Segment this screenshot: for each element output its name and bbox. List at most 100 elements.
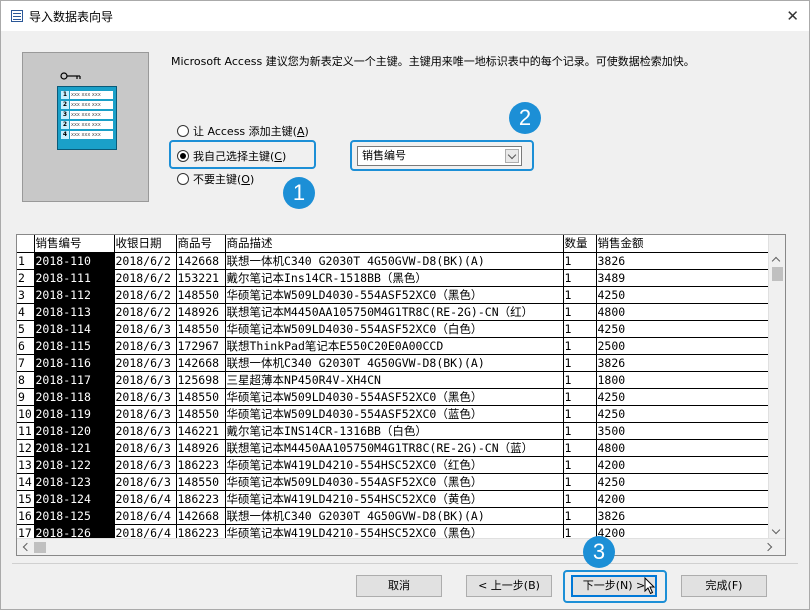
divider — [12, 563, 798, 564]
table-row: 7 2018-116 2018/6/3 142668 联想一体机C340 G2030T … — [17, 354, 780, 372]
table-cell: 148550 — [176, 320, 226, 338]
row-number: 4 — [17, 303, 35, 321]
radio-button[interactable] — [177, 173, 189, 185]
sample-row-cell: xxx xxx xxx — [70, 91, 113, 99]
horizontal-scrollbar[interactable] — [17, 538, 785, 555]
table-cell: 2018/6/4 — [114, 490, 177, 508]
table-cell: 1 — [563, 439, 597, 457]
row-number: 7 — [17, 354, 35, 372]
vertical-scrollbar[interactable] — [768, 235, 785, 540]
callout-badge-3: 3 — [583, 536, 615, 568]
back-button[interactable]: < 上一步(B) — [466, 575, 552, 597]
radio-label: 让 Access 添加主键(A) — [193, 125, 309, 138]
row-number: 11 — [17, 422, 35, 440]
sample-row: 2 xxx xxx xxx — [61, 101, 113, 109]
column-header[interactable]: 商品描述 — [225, 235, 564, 253]
table-cell: 2018-115 — [34, 337, 115, 355]
row-number: 8 — [17, 371, 35, 389]
close-icon[interactable]: ✕ — [786, 7, 799, 25]
callout-badge-2: 2 — [509, 102, 541, 134]
row-number: 16 — [17, 507, 35, 525]
table-cell: 2018-118 — [34, 388, 115, 406]
table-cell: 2500 — [596, 337, 780, 355]
table-cell: 2018-122 — [34, 456, 115, 474]
table-cell: 148926 — [176, 439, 226, 457]
table-cell: 2018/6/3 — [114, 439, 177, 457]
table-cell: 1 — [563, 337, 597, 355]
column-header[interactable]: 商品号 — [176, 235, 226, 253]
sample-table-graphic: 1 xxx xxx xxx 2 xxx xxx xxx 3 xxx xxx xxx 2 xxx… — [57, 86, 117, 150]
table-cell: 1 — [563, 490, 597, 508]
table-cell: 142668 — [176, 252, 226, 270]
table-cell: 1 — [563, 405, 597, 423]
radio-no-primary-key[interactable]: 不要主键(O) — [177, 171, 254, 187]
table-cell: 联想一体机C340 G2030T 4G50GVW-D8(BK)(A) — [225, 252, 564, 270]
data-preview-grid[interactable]: 销售编号 收银日期 商品号 商品描述 数量 销售金额 1 2018-110 2018/6/2 1… — [16, 234, 786, 556]
table-cell: 华硕笔记本W509LD4030-554ASF52XC0（黑色） — [225, 286, 564, 304]
table-cell: 2018/6/2 — [114, 303, 177, 321]
column-header[interactable]: 收银日期 — [114, 235, 177, 253]
table-cell: 4250 — [596, 473, 780, 491]
table-cell: 3500 — [596, 422, 780, 440]
row-number: 13 — [17, 456, 35, 474]
sample-row-cell: xxx xxx xxx — [70, 131, 113, 139]
callout-badge-1: 1 — [283, 177, 315, 209]
column-header[interactable]: 数量 — [563, 235, 597, 253]
vertical-scroll-thumb[interactable] — [772, 267, 783, 281]
table-cell: 2018/6/4 — [114, 507, 177, 525]
sample-row: 3 xxx xxx xxx — [61, 111, 113, 119]
scroll-left-icon[interactable] — [22, 542, 32, 552]
table-cell: 2018-114 — [34, 320, 115, 338]
table-cell: 2018-110 — [34, 252, 115, 270]
table-cell: 2018-112 — [34, 286, 115, 304]
row-number: 9 — [17, 388, 35, 406]
table-cell: 2018-124 — [34, 490, 115, 508]
table-cell: 戴尔笔记本Ins14CR-1518BB（黑色） — [225, 269, 564, 287]
table-cell: 2018-116 — [34, 354, 115, 372]
key-icon — [60, 71, 82, 81]
table-cell: 142668 — [176, 354, 226, 372]
row-number: 6 — [17, 337, 35, 355]
table-row: 8 2018-117 2018/6/3 125698 三星超薄本NP450R4V-XH4… — [17, 371, 780, 389]
table-cell: 2018/6/3 — [114, 456, 177, 474]
table-cell: 2018-117 — [34, 371, 115, 389]
horizontal-scroll-thumb[interactable] — [34, 542, 46, 553]
radio-let-access-add-key[interactable]: 让 Access 添加主键(A) — [177, 123, 309, 139]
table-row: 5 2018-114 2018/6/3 148550 华硕笔记本W509LD4030-5… — [17, 320, 780, 338]
column-header[interactable]: 销售金额 — [596, 235, 780, 253]
table-cell: 3826 — [596, 252, 780, 270]
table-cell: 3489 — [596, 269, 780, 287]
column-header[interactable]: 销售编号 — [34, 235, 115, 253]
table-cell: 148550 — [176, 405, 226, 423]
table-cell: 2018-121 — [34, 439, 115, 457]
scroll-right-icon[interactable] — [763, 542, 773, 552]
table-cell: 2018/6/3 — [114, 473, 177, 491]
table-header-row: 销售编号 收银日期 商品号 商品描述 数量 销售金额 — [17, 235, 780, 253]
cancel-button[interactable]: 取消 — [356, 575, 442, 597]
table-cell: 148926 — [176, 303, 226, 321]
sample-row: 1 xxx xxx xxx — [61, 91, 113, 99]
table-row: 15 2018-124 2018/6/4 186223 华硕笔记本W419LD4210-… — [17, 490, 780, 508]
data-table: 销售编号 收银日期 商品号 商品描述 数量 销售金额 1 2018-110 2018/6/2 1… — [17, 235, 780, 542]
table-icon — [11, 10, 23, 22]
radio-button[interactable] — [177, 125, 189, 137]
import-table-wizard-dialog: 导入数据表向导 ✕ 1 xxx xxx xxx 2 xxx xxx xxx 3 xxx x… — [0, 0, 810, 610]
table-cell: 联想ThinkPad笔记本E550C20E0A00CCD — [225, 337, 564, 355]
scroll-up-icon[interactable] — [771, 256, 781, 266]
table-cell: 1 — [563, 388, 597, 406]
table-cell: 142668 — [176, 507, 226, 525]
sample-row-number: 1 — [61, 91, 69, 99]
table-cell: 186223 — [176, 490, 226, 508]
row-number: 2 — [17, 269, 35, 287]
scroll-down-icon[interactable] — [771, 525, 781, 535]
row-number: 1 — [17, 252, 35, 270]
finish-button[interactable]: 完成(F) — [681, 575, 767, 597]
row-number: 3 — [17, 286, 35, 304]
sample-row: 2 xxx xxx xxx — [61, 121, 113, 129]
table-cell: 2018/6/2 — [114, 252, 177, 270]
table-cell: 1 — [563, 371, 597, 389]
table-cell: 4250 — [596, 320, 780, 338]
table-cell: 148550 — [176, 286, 226, 304]
table-cell: 1 — [563, 286, 597, 304]
table-cell: 2018-123 — [34, 473, 115, 491]
